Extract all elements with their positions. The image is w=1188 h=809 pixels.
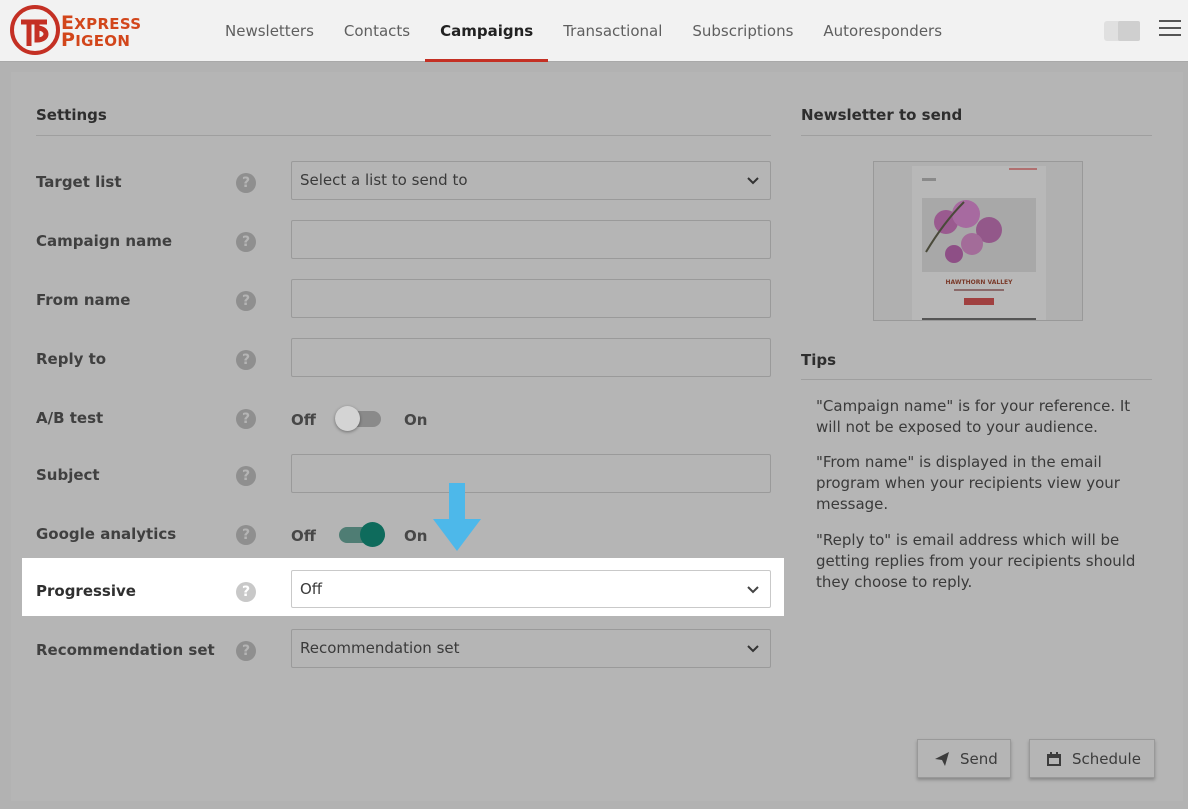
google-analytics-on-label: On xyxy=(404,527,428,545)
target-list-placeholder: Select a list to send to xyxy=(300,171,468,189)
google-analytics-toggle[interactable] xyxy=(339,522,385,547)
recommendation-set-select[interactable]: Recommendation set xyxy=(291,629,771,668)
tips-divider xyxy=(801,379,1152,380)
reply-to-label: Reply to xyxy=(36,350,107,368)
newsletter-preview-image: HAWTHORN VALLEY xyxy=(912,166,1046,320)
subject-help-icon[interactable]: ? xyxy=(236,466,256,486)
chevron-down-icon xyxy=(747,586,759,594)
settings-divider xyxy=(36,135,771,136)
calendar-icon xyxy=(1047,751,1061,766)
ab-test-off-label: Off xyxy=(291,411,316,429)
newsletter-divider xyxy=(801,135,1152,136)
newsletter-title: Newsletter to send xyxy=(801,106,963,124)
from-name-input[interactable] xyxy=(291,279,771,318)
target-list-help-icon[interactable]: ? xyxy=(236,173,256,193)
paper-plane-icon xyxy=(935,751,949,766)
campaign-name-label: Campaign name xyxy=(36,232,173,250)
tab-contacts[interactable]: Contacts xyxy=(329,0,425,62)
google-analytics-label: Google analytics xyxy=(36,525,177,543)
tip-item: "Campaign name" is for your reference. I… xyxy=(816,397,1131,436)
target-list-select[interactable]: Select a list to send to xyxy=(291,161,771,200)
ab-test-toggle-knob xyxy=(335,406,360,431)
ab-test-label: A/B test xyxy=(36,409,104,427)
svg-text:HAWTHORN VALLEY: HAWTHORN VALLEY xyxy=(946,279,1014,286)
reply-to-input[interactable] xyxy=(291,338,771,377)
from-name-label: From name xyxy=(36,291,131,309)
from-name-help-icon[interactable]: ? xyxy=(236,291,256,311)
send-button-label: Send xyxy=(960,749,998,768)
tab-newsletters[interactable]: Newsletters xyxy=(210,0,329,62)
tips-title: Tips xyxy=(801,351,837,369)
google-analytics-help-icon[interactable]: ? xyxy=(236,525,256,545)
subject-label: Subject xyxy=(36,466,100,484)
google-analytics-toggle-knob xyxy=(360,522,385,547)
chevron-down-icon xyxy=(747,645,759,653)
ab-test-toggle[interactable] xyxy=(335,406,381,431)
recommendation-set-value: Recommendation set xyxy=(300,639,460,657)
recommendation-set-help-icon[interactable]: ? xyxy=(236,641,256,661)
campaign-name-help-icon[interactable]: ? xyxy=(236,232,256,252)
express-pigeon-logo[interactable]: EXPRESS PIGEON xyxy=(9,4,142,56)
campaign-name-input[interactable] xyxy=(291,220,771,259)
schedule-button[interactable]: Schedule xyxy=(1029,739,1155,778)
reply-to-help-icon[interactable]: ? xyxy=(236,350,256,370)
hamburger-menu-icon[interactable] xyxy=(1159,20,1181,38)
chevron-down-icon xyxy=(747,177,759,185)
tip-item: "Reply to" is email address which will b… xyxy=(816,531,1136,591)
logo-text: EXPRESS PIGEON xyxy=(61,12,142,51)
schedule-button-label: Schedule xyxy=(1072,749,1141,768)
settings-title: Settings xyxy=(36,106,107,124)
main-nav: Newsletters Contacts Campaigns Transacti… xyxy=(210,0,957,62)
progressive-label: Progressive xyxy=(36,582,136,600)
tab-autoresponders[interactable]: Autoresponders xyxy=(808,0,957,62)
ab-test-help-icon[interactable]: ? xyxy=(236,409,256,429)
logo-mark-icon xyxy=(10,5,60,55)
pointer-arrow-icon xyxy=(433,483,481,551)
account-switch[interactable] xyxy=(1104,21,1140,41)
ab-test-on-label: On xyxy=(404,411,428,429)
tip-item: "From name" is displayed in the email pr… xyxy=(816,453,1120,513)
google-analytics-off-label: Off xyxy=(291,527,316,545)
recommendation-set-label: Recommendation set xyxy=(36,641,215,659)
tab-subscriptions[interactable]: Subscriptions xyxy=(677,0,808,62)
subject-input[interactable] xyxy=(291,454,771,493)
target-list-label: Target list xyxy=(36,173,122,191)
send-button[interactable]: Send xyxy=(917,739,1011,778)
top-navbar: EXPRESS PIGEON Newsletters Contacts Camp… xyxy=(0,0,1188,62)
progressive-value: Off xyxy=(300,580,323,598)
progressive-help-icon[interactable]: ? xyxy=(236,582,256,602)
tab-campaigns[interactable]: Campaigns xyxy=(425,0,549,62)
tab-transactional[interactable]: Transactional xyxy=(548,0,677,62)
progressive-select[interactable]: Off xyxy=(291,570,771,608)
newsletter-preview-thumbnail[interactable]: HAWTHORN VALLEY xyxy=(873,161,1083,321)
